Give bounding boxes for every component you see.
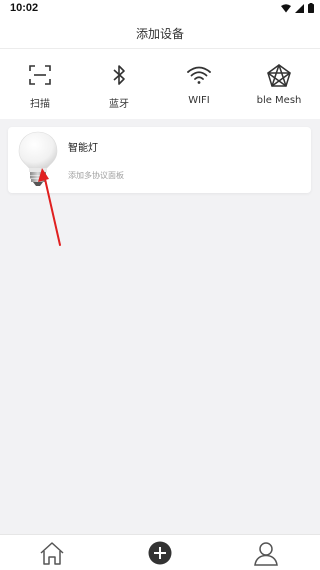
annotation-arrow bbox=[38, 168, 61, 246]
wifi-signal-icon bbox=[281, 3, 291, 12]
page-title: 添加设备 bbox=[135, 27, 184, 41]
status-icons bbox=[281, 3, 314, 13]
tab-profile[interactable] bbox=[251, 539, 281, 567]
home-icon bbox=[40, 542, 64, 565]
scan-icon bbox=[29, 65, 51, 85]
status-time: 10:02 bbox=[10, 2, 39, 14]
header: 添加设备 bbox=[0, 18, 320, 49]
method-label: WIFI bbox=[188, 95, 210, 106]
bluetooth-icon bbox=[113, 65, 125, 85]
battery-icon bbox=[308, 3, 314, 13]
device-subtitle: 添加多协议面板 bbox=[68, 171, 124, 180]
method-label: ble Mesh bbox=[256, 95, 302, 106]
method-bluetooth[interactable]: 蓝牙 bbox=[84, 49, 154, 119]
wifi-icon bbox=[187, 66, 211, 84]
add-method-bar: 扫描 蓝牙 WIFI ble Mesh bbox=[0, 49, 320, 119]
method-wifi[interactable]: WIFI bbox=[164, 49, 234, 119]
mesh-icon bbox=[267, 64, 291, 87]
bottom-tab-bar bbox=[0, 534, 320, 570]
device-name: 智能灯 bbox=[68, 143, 98, 154]
method-label: 扫描 bbox=[30, 99, 50, 110]
add-circle-icon bbox=[148, 541, 172, 565]
tab-add[interactable] bbox=[145, 539, 175, 567]
method-label: 蓝牙 bbox=[109, 99, 129, 110]
tab-home[interactable] bbox=[37, 539, 67, 567]
method-ble-mesh[interactable]: ble Mesh bbox=[244, 49, 314, 119]
cell-signal-icon bbox=[295, 3, 304, 13]
method-scan[interactable]: 扫描 bbox=[5, 49, 75, 119]
user-icon bbox=[254, 542, 278, 566]
status-bar: 10:02 bbox=[0, 0, 320, 18]
add-device-screen: 10:02 添加设备 扫描 蓝牙 WIFI ble Mesh 智能灯 添加多协议… bbox=[0, 0, 320, 570]
